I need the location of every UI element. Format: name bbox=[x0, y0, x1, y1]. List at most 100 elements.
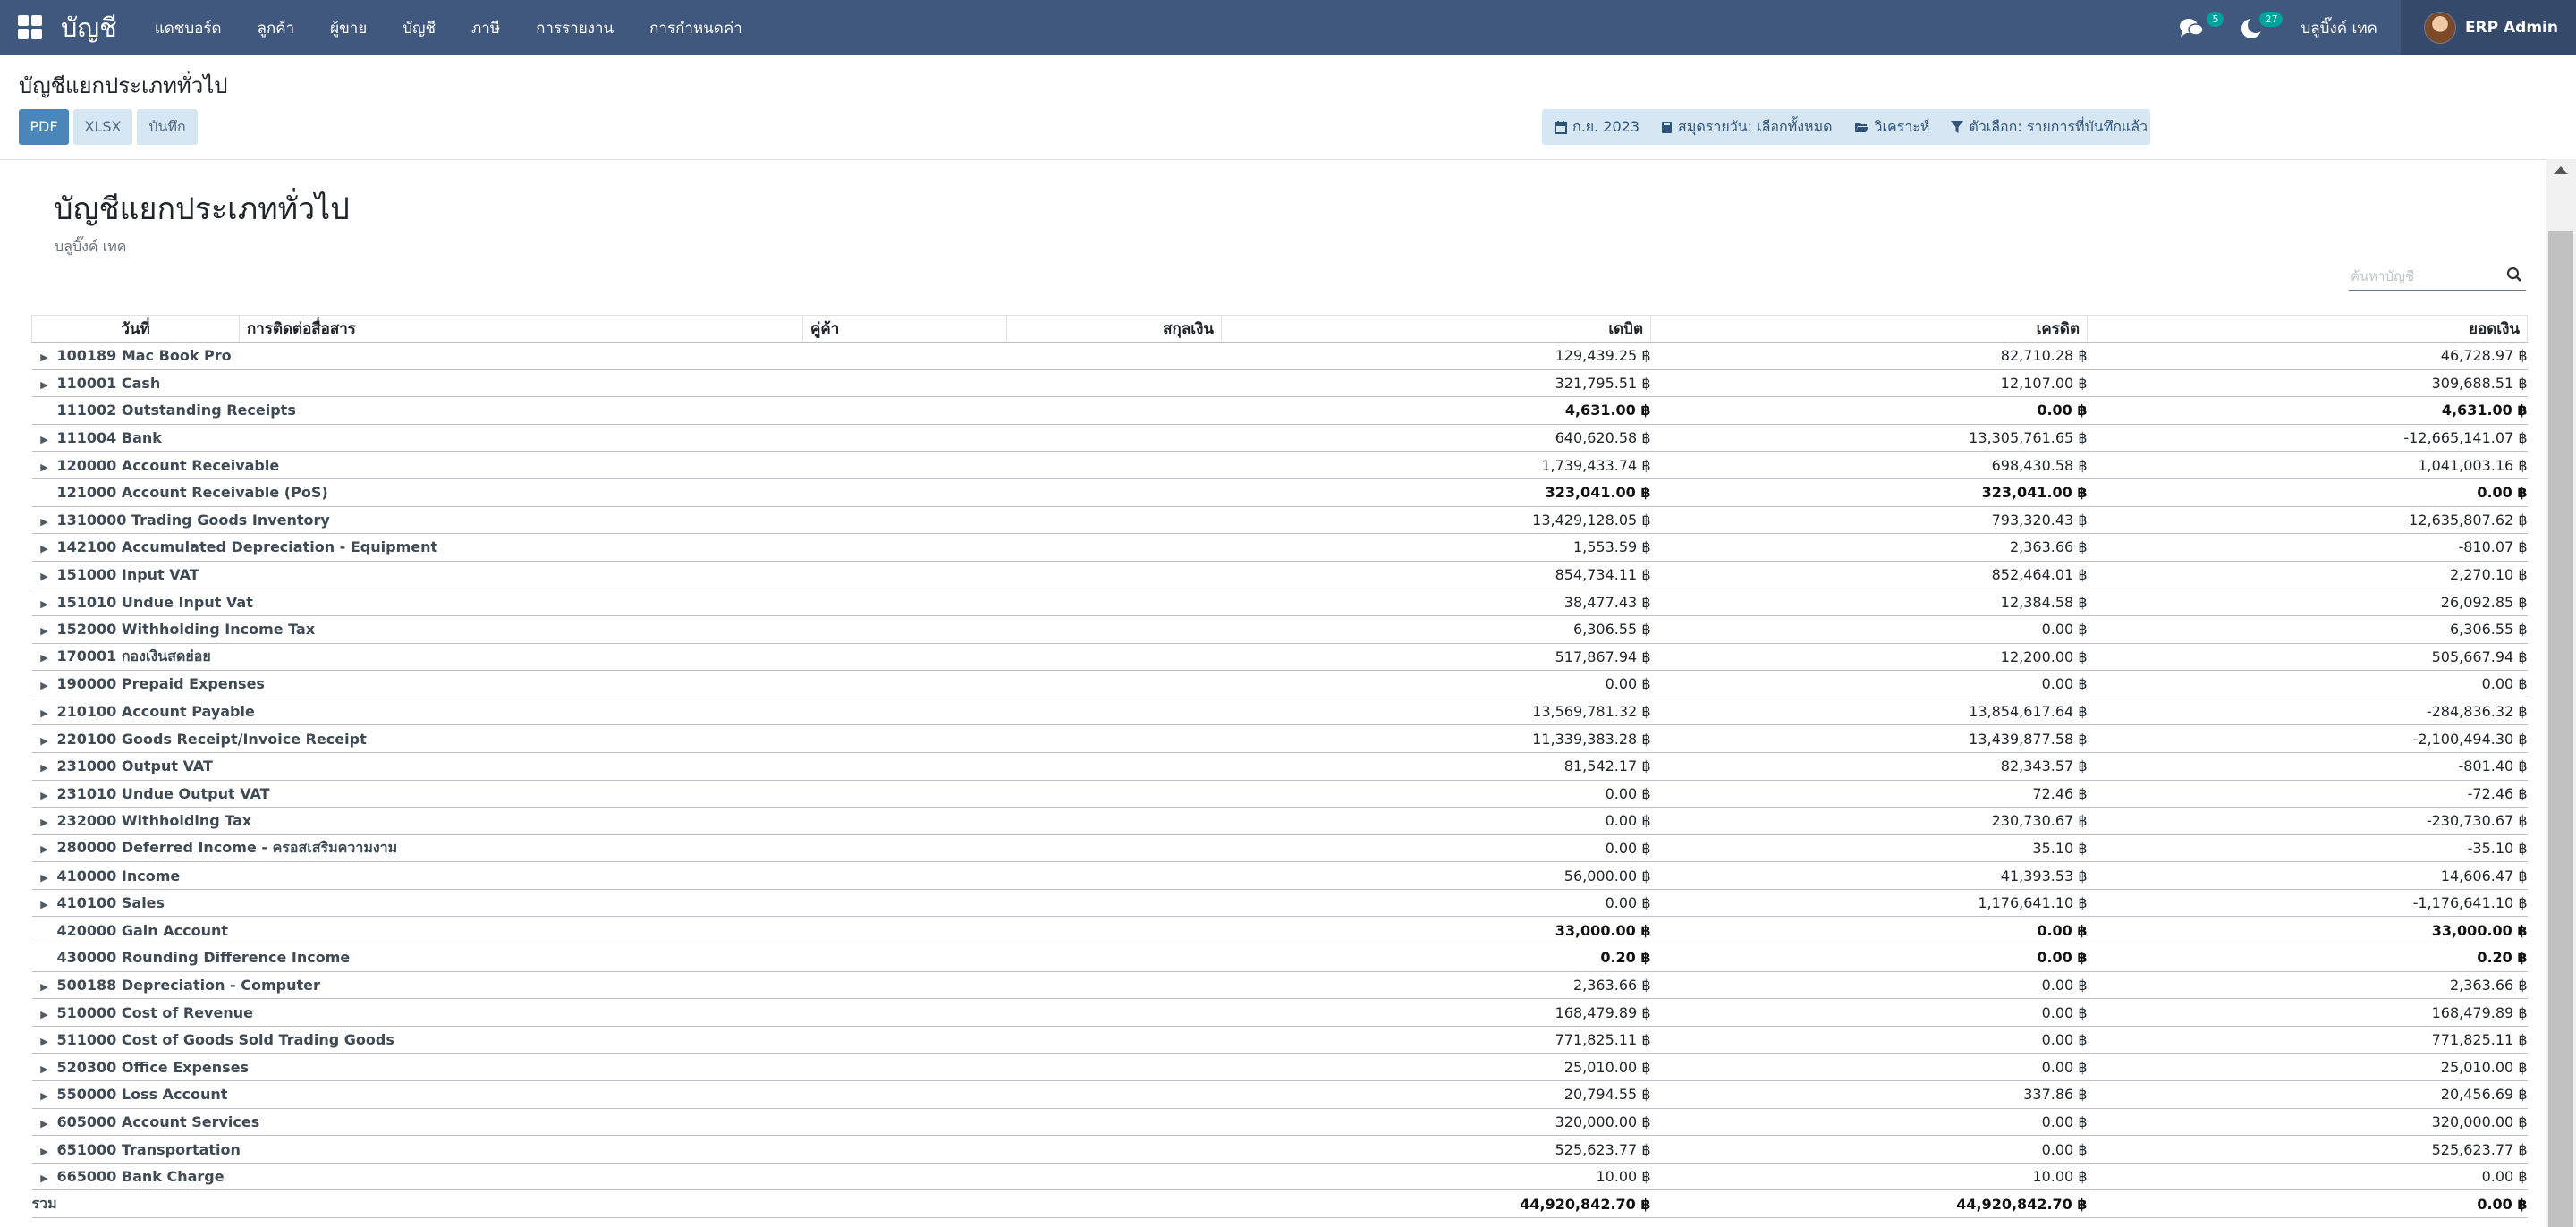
caret-right-icon[interactable]: ▶ bbox=[32, 707, 57, 719]
table-row[interactable]: ▶ 651000 Transportation 525,623.77 ฿ 0.00 ฿… bbox=[31, 1135, 2528, 1164]
table-row[interactable]: ▶ 410100 Sales 0.00 ฿ 1,176,641.10 ฿ -1,176,… bbox=[31, 889, 2528, 918]
xlsx-button[interactable]: XLSX bbox=[73, 109, 132, 145]
search-icon[interactable] bbox=[2506, 267, 2522, 283]
caret-right-icon[interactable]: ▶ bbox=[32, 652, 57, 664]
account-cell[interactable]: ▶ 520300 Office Expenses bbox=[31, 1053, 1222, 1082]
account-cell[interactable]: ▶ 651000 Transportation bbox=[31, 1135, 1222, 1164]
account-cell[interactable]: ▶ 1310000 Trading Goods Inventory bbox=[31, 506, 1222, 535]
save-button[interactable]: บันทึก bbox=[137, 109, 198, 145]
account-cell[interactable]: ▶ 110001 Cash bbox=[31, 369, 1222, 398]
search-input[interactable] bbox=[2349, 265, 2496, 288]
table-row[interactable]: ▶ 170001 กองเงินสดย่อย 517,867.94 ฿ 12,200.… bbox=[31, 643, 2528, 672]
table-row[interactable]: ▶ 280000 Deferred Income - ครอสเสริมความง… bbox=[31, 834, 2528, 863]
menu-item-reporting[interactable]: การรายงาน bbox=[536, 16, 614, 40]
account-cell[interactable]: ▶ 120000 Account Receivable bbox=[31, 451, 1222, 479]
account-cell[interactable]: ▶ 231000 Output VAT bbox=[31, 752, 1222, 781]
table-row[interactable]: ▶ 665000 Bank Charge 10.00 ฿ 10.00 ฿ 0.00 ฿ bbox=[31, 1163, 2528, 1191]
date-filter[interactable]: ก.ย. 2023 bbox=[1555, 116, 1640, 139]
caret-right-icon[interactable]: ▶ bbox=[32, 1118, 57, 1130]
table-row[interactable]: ▶ 100189 Mac Book Pro 129,439.25 ฿ 82,710.2… bbox=[31, 342, 2528, 370]
account-cell[interactable]: ▶ 511000 Cost of Goods Sold Trading Goods bbox=[31, 1026, 1222, 1054]
table-row[interactable]: ▶ 190000 Prepaid Expenses 0.00 ฿ 0.00 ฿ 0.00… bbox=[31, 670, 2528, 698]
scroll-up-arrow-icon[interactable] bbox=[2554, 166, 2568, 174]
caret-right-icon[interactable]: ▶ bbox=[32, 543, 57, 554]
table-row[interactable]: ▶ 232000 Withholding Tax 0.00 ฿ 230,730.67 … bbox=[31, 807, 2528, 835]
caret-right-icon[interactable]: ▶ bbox=[32, 1172, 57, 1184]
caret-right-icon[interactable]: ▶ bbox=[32, 680, 57, 691]
company-switcher[interactable]: บลูบิ๊งค์ เทค bbox=[2301, 16, 2377, 40]
scrollbar-thumb[interactable] bbox=[2548, 231, 2573, 1227]
table-row[interactable]: ▶ 151000 Input VAT 854,734.11 ฿ 852,464.01 … bbox=[31, 561, 2528, 589]
table-row[interactable]: ▶ 231010 Undue Output VAT 0.00 ฿ 72.46 ฿ -72… bbox=[31, 780, 2528, 808]
caret-right-icon[interactable]: ▶ bbox=[32, 1036, 57, 1047]
menu-item-vendors[interactable]: ผู้ขาย bbox=[330, 16, 367, 40]
caret-right-icon[interactable]: ▶ bbox=[32, 461, 57, 473]
account-cell[interactable]: ▶ 151010 Undue Input Vat bbox=[31, 588, 1222, 616]
caret-right-icon[interactable]: ▶ bbox=[32, 1090, 57, 1102]
table-row[interactable]: ▶ 511000 Cost of Goods Sold Trading Goods… bbox=[31, 1026, 2528, 1054]
account-cell[interactable]: ▶ 100189 Mac Book Pro bbox=[31, 342, 1222, 370]
account-cell[interactable]: ▶ 210100 Account Payable bbox=[31, 698, 1222, 726]
caret-right-icon[interactable]: ▶ bbox=[32, 1009, 57, 1020]
column-header-date[interactable]: วันที่ bbox=[31, 315, 240, 343]
account-cell[interactable]: ▶ 500188 Depreciation - Computer bbox=[31, 971, 1222, 1000]
account-cell[interactable]: ▶ 231010 Undue Output VAT bbox=[31, 780, 1222, 808]
caret-right-icon[interactable]: ▶ bbox=[32, 434, 57, 445]
account-cell[interactable]: ▶ 510000 Cost of Revenue bbox=[31, 998, 1222, 1027]
account-cell[interactable]: ▶ 550000 Loss Account bbox=[31, 1080, 1222, 1109]
column-header-communication[interactable]: การติดต่อสื่อสาร bbox=[239, 315, 803, 343]
account-cell[interactable]: ▶ 220100 Goods Receipt/Invoice Receipt bbox=[31, 724, 1222, 753]
table-row[interactable]: ▶ 605000 Account Services 320,000.00 ฿ 0.00… bbox=[31, 1108, 2528, 1137]
account-cell[interactable]: ▶ 232000 Withholding Tax bbox=[31, 807, 1222, 835]
menu-item-configuration[interactable]: การกำหนดค่า bbox=[649, 16, 742, 40]
caret-right-icon[interactable]: ▶ bbox=[32, 735, 57, 747]
table-row[interactable]: ▶ 120000 Account Receivable 1,739,433.74 ฿… bbox=[31, 451, 2528, 479]
journals-filter[interactable]: สมุดรายวัน: เลือกทั้งหมด bbox=[1661, 116, 1833, 139]
caret-right-icon[interactable]: ▶ bbox=[32, 1146, 57, 1157]
account-cell[interactable]: ▶ 190000 Prepaid Expenses bbox=[31, 670, 1222, 698]
column-header-balance[interactable]: ยอดเงิน bbox=[2087, 315, 2528, 343]
account-cell[interactable]: ▶ 410000 Income bbox=[31, 861, 1222, 890]
account-cell[interactable]: ▶ 665000 Bank Charge bbox=[31, 1163, 1222, 1191]
caret-right-icon[interactable]: ▶ bbox=[32, 571, 57, 582]
account-cell[interactable]: ▶ 170001 กองเงินสดย่อย bbox=[31, 643, 1222, 672]
caret-right-icon[interactable]: ▶ bbox=[32, 625, 57, 637]
table-row[interactable]: ▶ 231000 Output VAT 81,542.17 ฿ 82,343.57 ฿… bbox=[31, 752, 2528, 781]
caret-right-icon[interactable]: ▶ bbox=[32, 379, 57, 391]
table-row[interactable]: ▶ 152000 Withholding Income Tax 6,306.55 ฿… bbox=[31, 615, 2528, 644]
account-cell[interactable]: ▶ 280000 Deferred Income - ครอสเสริมความง… bbox=[31, 834, 1222, 863]
menu-item-tax[interactable]: ภาษี bbox=[471, 16, 500, 40]
caret-right-icon[interactable]: ▶ bbox=[32, 598, 57, 610]
caret-right-icon[interactable]: ▶ bbox=[32, 351, 57, 363]
account-cell[interactable]: ▶ 142100 Accumulated Depreciation - Equip… bbox=[31, 533, 1222, 562]
table-row[interactable]: ▶ 151010 Undue Input Vat 38,477.43 ฿ 12,384… bbox=[31, 588, 2528, 616]
pdf-button[interactable]: PDF bbox=[19, 109, 69, 145]
caret-right-icon[interactable]: ▶ bbox=[32, 843, 57, 855]
account-cell[interactable]: ▶ 410100 Sales bbox=[31, 889, 1222, 918]
account-cell[interactable]: ▶ 605000 Account Services bbox=[31, 1108, 1222, 1137]
table-row[interactable]: ▶ 500188 Depreciation - Computer 2,363.66 … bbox=[31, 971, 2528, 1000]
caret-right-icon[interactable]: ▶ bbox=[32, 1063, 57, 1075]
account-cell[interactable]: ▶ 111004 Bank bbox=[31, 424, 1222, 453]
user-menu[interactable]: ERP Admin bbox=[2400, 0, 2576, 55]
account-cell[interactable]: ▶ 152000 Withholding Income Tax bbox=[31, 615, 1222, 644]
table-row[interactable]: ▶ 220100 Goods Receipt/Invoice Receipt 11,… bbox=[31, 724, 2528, 753]
options-filter[interactable]: ตัวเลือก: รายการที่บันทึกแล้ว bbox=[1951, 116, 2148, 139]
caret-right-icon[interactable]: ▶ bbox=[32, 762, 57, 774]
caret-right-icon[interactable]: ▶ bbox=[32, 872, 57, 884]
analytic-filter[interactable]: วิเคราะห์ bbox=[1854, 116, 1929, 139]
menu-item-dashboard[interactable]: แดชบอร์ด bbox=[155, 16, 222, 40]
column-header-currency[interactable]: สกุลเงิน bbox=[1006, 315, 1222, 343]
caret-right-icon[interactable]: ▶ bbox=[32, 899, 57, 910]
caret-right-icon[interactable]: ▶ bbox=[32, 817, 57, 828]
column-header-partner[interactable]: คู่ค้า bbox=[802, 315, 1007, 343]
table-row[interactable]: ▶ 510000 Cost of Revenue 168,479.89 ฿ 0.00 … bbox=[31, 998, 2528, 1027]
table-row[interactable]: ▶ 111004 Bank 640,620.58 ฿ 13,305,761.65 ฿ -… bbox=[31, 424, 2528, 453]
caret-right-icon[interactable]: ▶ bbox=[32, 790, 57, 801]
table-row[interactable]: ▶ 1310000 Trading Goods Inventory 13,429,1… bbox=[31, 506, 2528, 535]
table-row[interactable]: ▶ 210100 Account Payable 13,569,781.32 ฿ 13… bbox=[31, 698, 2528, 726]
grid-icon[interactable] bbox=[18, 15, 43, 40]
caret-right-icon[interactable]: ▶ bbox=[32, 981, 57, 993]
account-cell[interactable]: ▶ 151000 Input VAT bbox=[31, 561, 1222, 589]
table-row[interactable]: ▶ 520300 Office Expenses 25,010.00 ฿ 0.00 ฿… bbox=[31, 1053, 2528, 1082]
